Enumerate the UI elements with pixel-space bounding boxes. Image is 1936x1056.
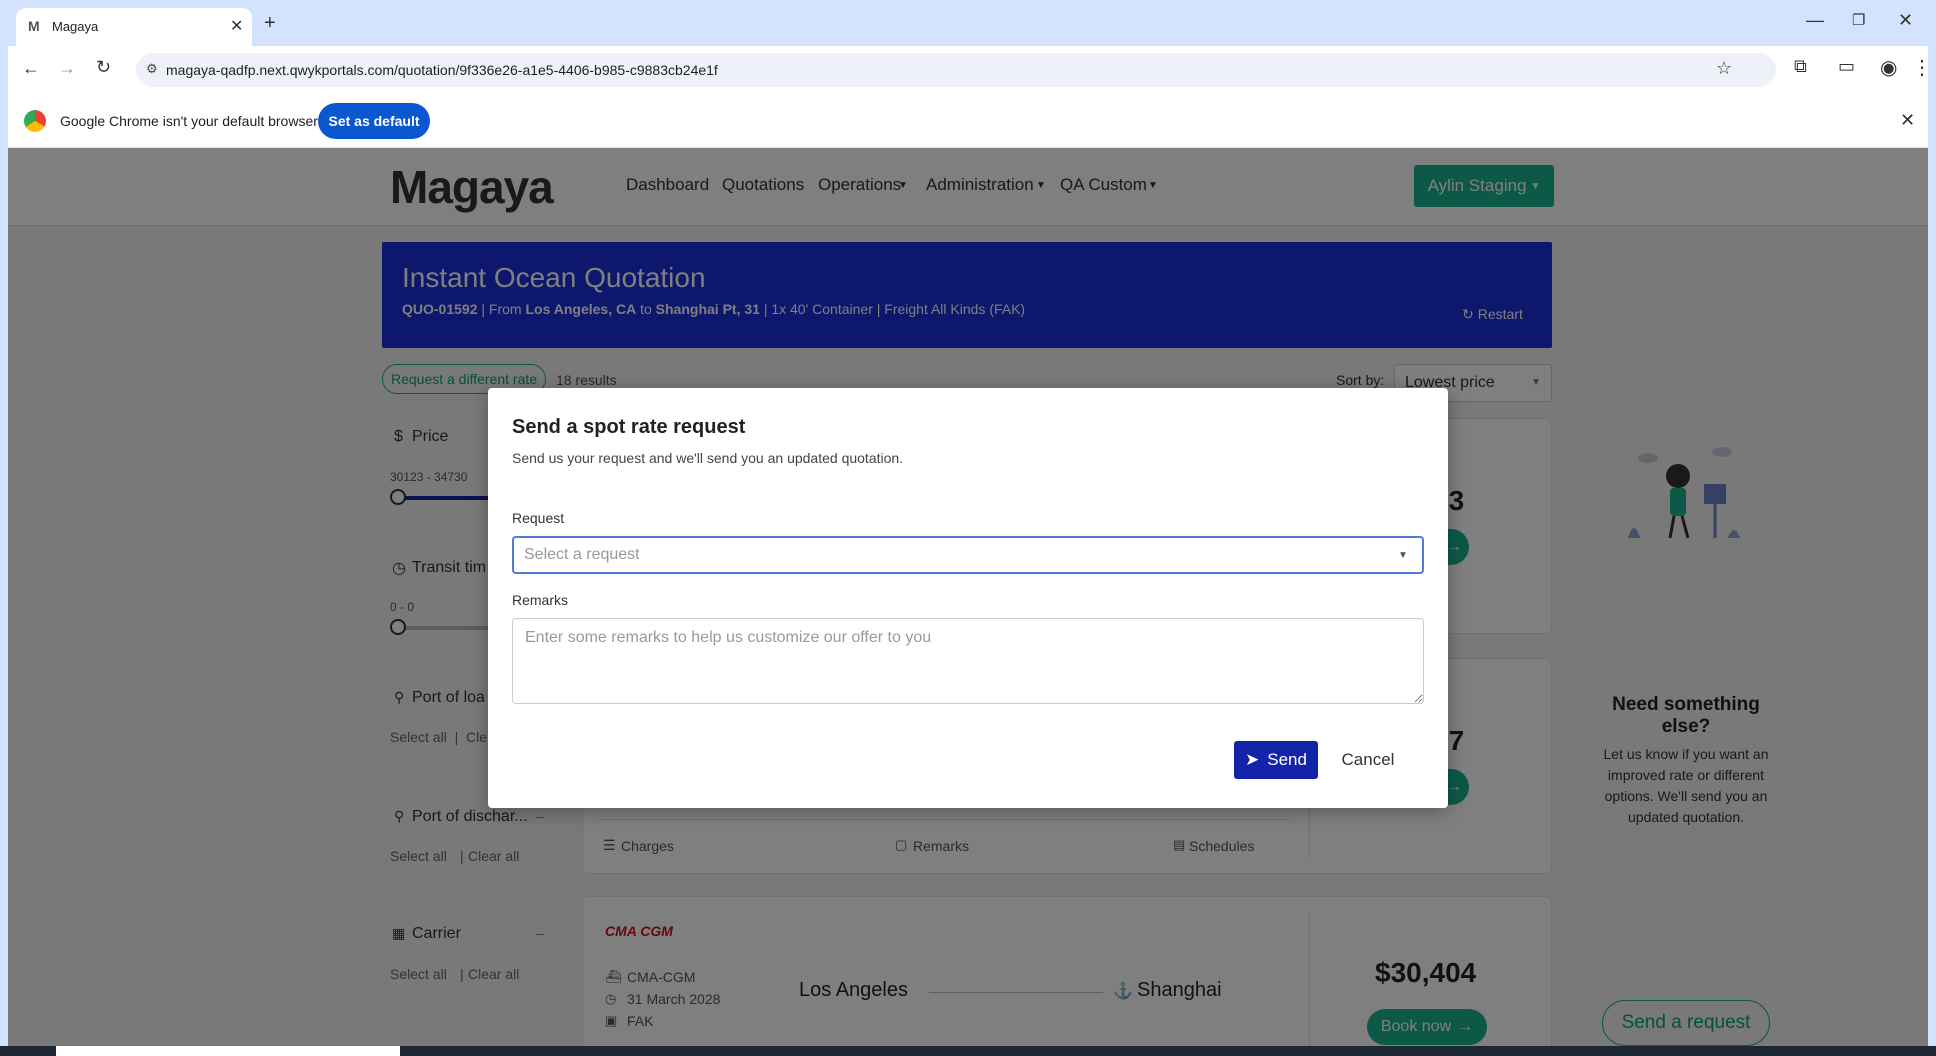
new-tab-icon[interactable]: + — [264, 12, 276, 35]
set-default-button[interactable]: Set as default — [318, 103, 430, 139]
send-icon: ➤ — [1245, 750, 1260, 769]
profile-icon[interactable]: ◉ — [1880, 55, 1897, 80]
browser-tab[interactable]: M Magaya ✕ — [16, 8, 252, 46]
minimize-icon[interactable]: — — [1806, 10, 1824, 31]
default-browser-infobar: Google Chrome isn't your default browser… — [8, 94, 1928, 148]
forward-icon[interactable]: → — [58, 58, 76, 79]
close-window-icon[interactable]: ✕ — [1898, 10, 1913, 31]
magaya-favicon-icon: M — [28, 18, 40, 34]
address-bar[interactable]: ⚙ magaya-qadfp.next.qwykportals.com/quot… — [136, 53, 1776, 87]
remarks-label: Remarks — [512, 592, 569, 608]
cancel-button[interactable]: Cancel — [1332, 741, 1404, 779]
reload-icon[interactable]: ↻ — [96, 57, 111, 78]
infobar-text: Google Chrome isn't your default browser — [60, 113, 318, 129]
chrome-logo-icon — [24, 110, 46, 132]
spot-rate-modal: Send a spot rate request Send us your re… — [488, 388, 1448, 808]
restore-icon[interactable]: ❐ — [1852, 11, 1865, 29]
os-taskbar — [0, 1046, 1936, 1056]
request-select[interactable] — [512, 536, 1424, 574]
site-info-icon[interactable]: ⚙ — [146, 61, 158, 77]
media-icon[interactable]: ▭ — [1838, 56, 1855, 77]
url-text: magaya-qadfp.next.qwykportals.com/quotat… — [166, 62, 718, 78]
back-icon[interactable]: ← — [22, 58, 40, 79]
browser-toolbar: ← → ↻ ⚙ magaya-qadfp.next.qwykportals.co… — [8, 46, 1932, 94]
extensions-icon[interactable]: ⧉ — [1794, 56, 1807, 77]
tab-close-icon[interactable]: ✕ — [230, 16, 243, 36]
modal-subtitle: Send us your request and we'll send you … — [512, 450, 904, 466]
bookmark-star-icon[interactable]: ☆ — [1716, 58, 1732, 79]
chevron-down-icon[interactable]: ▼ — [1398, 550, 1408, 561]
tab-title: Magaya — [52, 19, 99, 34]
send-button[interactable]: ➤ Send — [1234, 741, 1318, 779]
remarks-textarea[interactable] — [512, 618, 1424, 704]
menu-kebab-icon[interactable]: ⋮ — [1912, 55, 1932, 80]
page-viewport: Magaya Dashboard Quotations Operations ▼… — [8, 148, 1928, 1046]
request-label: Request — [512, 510, 565, 526]
send-label: Send — [1267, 750, 1307, 769]
modal-title: Send a spot rate request — [512, 416, 746, 438]
infobar-close-icon[interactable]: ✕ — [1900, 110, 1915, 131]
browser-tab-strip: M Magaya ✕ + — ❐ ✕ — [0, 0, 1936, 46]
taskbar-search[interactable] — [56, 1046, 400, 1056]
